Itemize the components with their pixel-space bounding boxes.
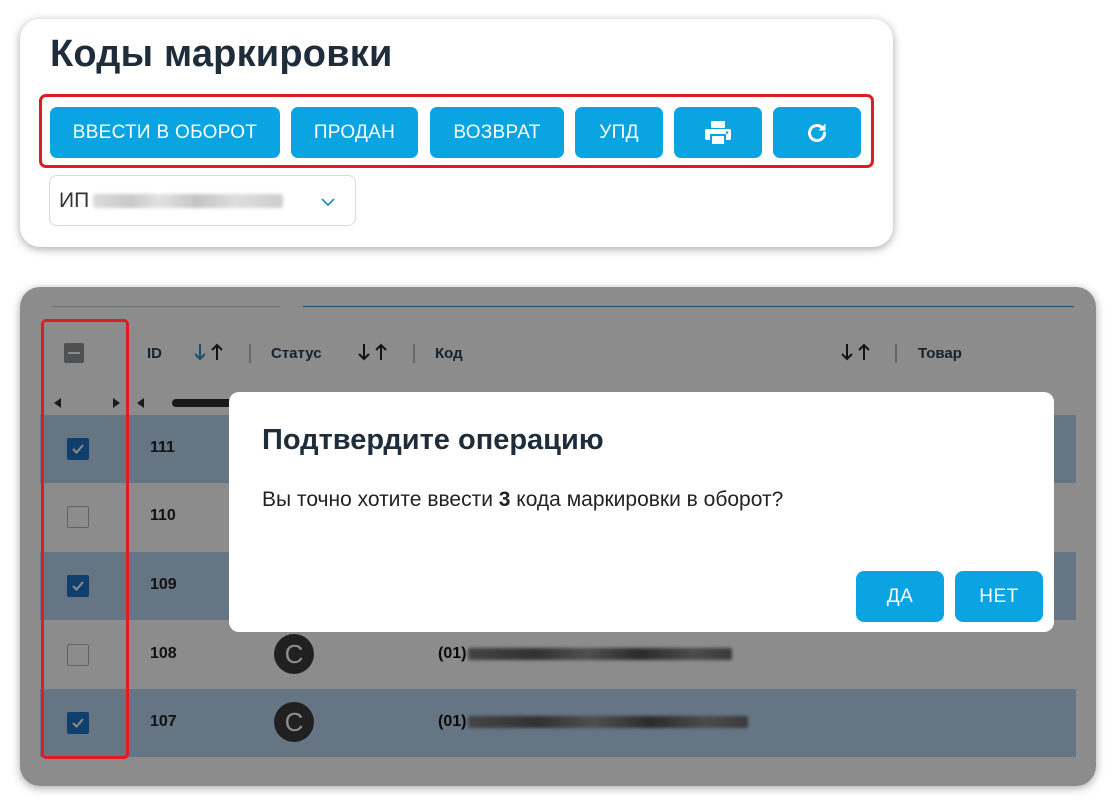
dialog-message: Вы точно хотите ввести 3 кода маркировки… xyxy=(262,488,783,512)
refresh-button[interactable] xyxy=(773,107,861,158)
confirm-no-button[interactable]: НЕТ xyxy=(955,571,1043,622)
dialog-title: Подтвердите операцию xyxy=(262,424,604,456)
dialog-message-end: кода маркировки в оборот? xyxy=(510,488,784,511)
printer-icon xyxy=(704,120,732,146)
dialog-message-start: Вы точно хотите ввести xyxy=(262,488,499,511)
chevron-down-icon xyxy=(321,194,335,212)
refresh-icon xyxy=(805,121,829,145)
organization-select[interactable]: ИП xyxy=(49,175,356,226)
selection-column-highlight-frame xyxy=(41,319,129,759)
dialog-message-count: 3 xyxy=(498,488,511,511)
organization-name-redacted xyxy=(93,193,284,208)
print-button[interactable] xyxy=(674,107,762,158)
sold-button[interactable]: ПРОДАН xyxy=(291,107,418,158)
enter-circulation-button[interactable]: ВВЕСТИ В ОБОРОТ xyxy=(50,107,280,158)
return-button[interactable]: ВОЗВРАТ xyxy=(430,107,564,158)
upd-button[interactable]: УПД xyxy=(575,107,663,158)
marking-codes-header-card: Коды маркировки ВВЕСТИ В ОБОРОТ ПРОДАН В… xyxy=(20,19,893,247)
confirm-dialog: Подтвердите операцию Вы точно хотите вве… xyxy=(229,392,1054,632)
organization-prefix: ИП xyxy=(59,188,90,212)
page-title: Коды маркировки xyxy=(50,33,393,75)
confirm-yes-button[interactable]: ДА xyxy=(856,571,944,622)
